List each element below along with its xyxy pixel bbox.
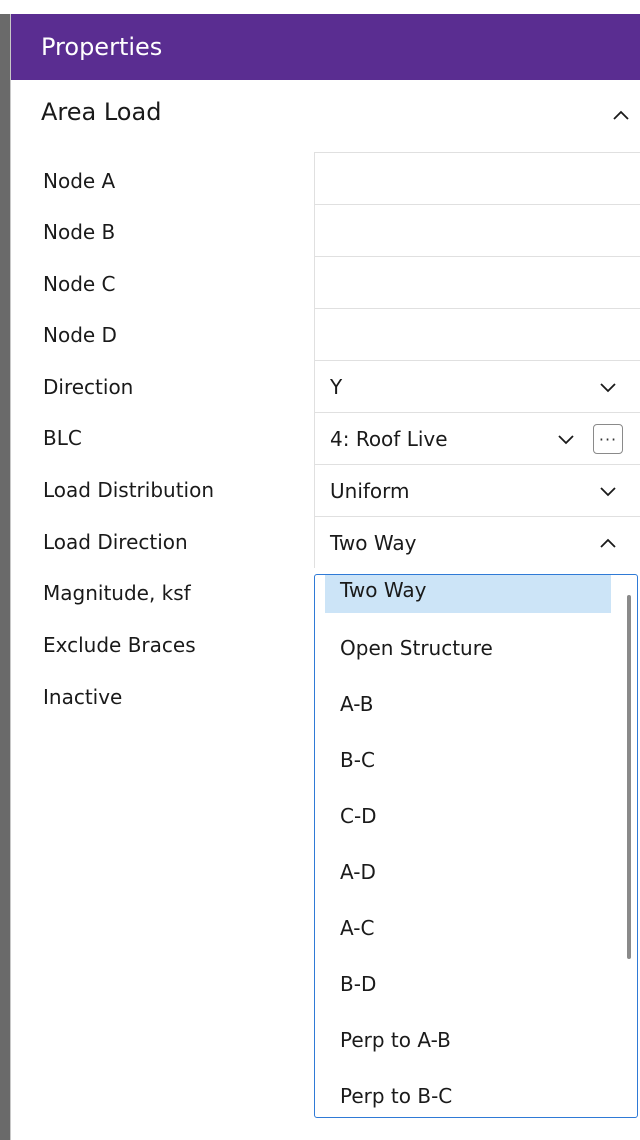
blc-select[interactable]: 4: Roof Live ···	[314, 412, 640, 464]
chevron-up-icon[interactable]	[606, 100, 636, 130]
label-node-a: Node A	[43, 169, 116, 193]
dropdown-option[interactable]: C-D	[325, 788, 611, 844]
top-strip	[0, 0, 640, 14]
chevron-down-icon[interactable]	[595, 374, 621, 400]
dropdown-option[interactable]: Perp to A-B	[325, 1012, 611, 1068]
label-direction: Direction	[43, 375, 134, 399]
node-d-field[interactable]	[314, 308, 640, 360]
chevron-down-icon[interactable]	[553, 426, 579, 452]
blc-value: 4: Roof Live	[330, 427, 448, 451]
direction-value: Y	[330, 375, 343, 399]
load-direction-dropdown[interactable]: Two Way Open Structure A-B B-C C-D A-D A…	[314, 574, 638, 1118]
dropdown-option[interactable]: B-C	[325, 732, 611, 788]
dropdown-scrollbar[interactable]	[627, 595, 631, 959]
label-blc: BLC	[43, 426, 82, 450]
dropdown-option[interactable]: A-C	[325, 900, 611, 956]
label-load-distribution: Load Distribution	[43, 478, 215, 502]
dropdown-option[interactable]: Perp to B-C	[325, 1068, 611, 1117]
load-distribution-value: Uniform	[330, 479, 410, 503]
label-node-d: Node D	[43, 323, 117, 347]
label-load-direction: Load Direction	[43, 530, 188, 554]
panel-left-border	[0, 14, 10, 1140]
load-distribution-select[interactable]: Uniform	[314, 464, 640, 516]
panel-left-border-inner	[10, 14, 11, 1140]
label-inactive: Inactive	[43, 685, 123, 709]
label-magnitude: Magnitude, ksf	[43, 581, 191, 605]
chevron-up-icon[interactable]	[595, 530, 621, 556]
label-exclude-braces: Exclude Braces	[43, 633, 196, 657]
panel-title: Properties	[11, 14, 640, 80]
label-node-b: Node B	[43, 220, 116, 244]
node-c-field[interactable]	[314, 256, 640, 308]
dropdown-option[interactable]: B-D	[325, 956, 611, 1012]
dropdown-option[interactable]: Open Structure	[325, 620, 611, 676]
node-a-field[interactable]	[314, 152, 640, 204]
load-direction-value: Two Way	[330, 531, 417, 555]
dropdown-option[interactable]: A-B	[325, 676, 611, 732]
properties-panel: Properties Area Load Node A Node B Node …	[0, 0, 640, 1140]
dropdown-option-selected[interactable]: Two Way	[325, 575, 611, 613]
section-title-area-load[interactable]: Area Load	[41, 98, 161, 126]
ellipsis-icon[interactable]: ···	[593, 424, 623, 454]
dropdown-option[interactable]: A-D	[325, 844, 611, 900]
label-node-c: Node C	[43, 272, 116, 296]
node-b-field[interactable]	[314, 204, 640, 256]
load-direction-select[interactable]: Two Way	[314, 516, 640, 568]
direction-select[interactable]: Y	[314, 360, 640, 412]
chevron-down-icon[interactable]	[595, 478, 621, 504]
